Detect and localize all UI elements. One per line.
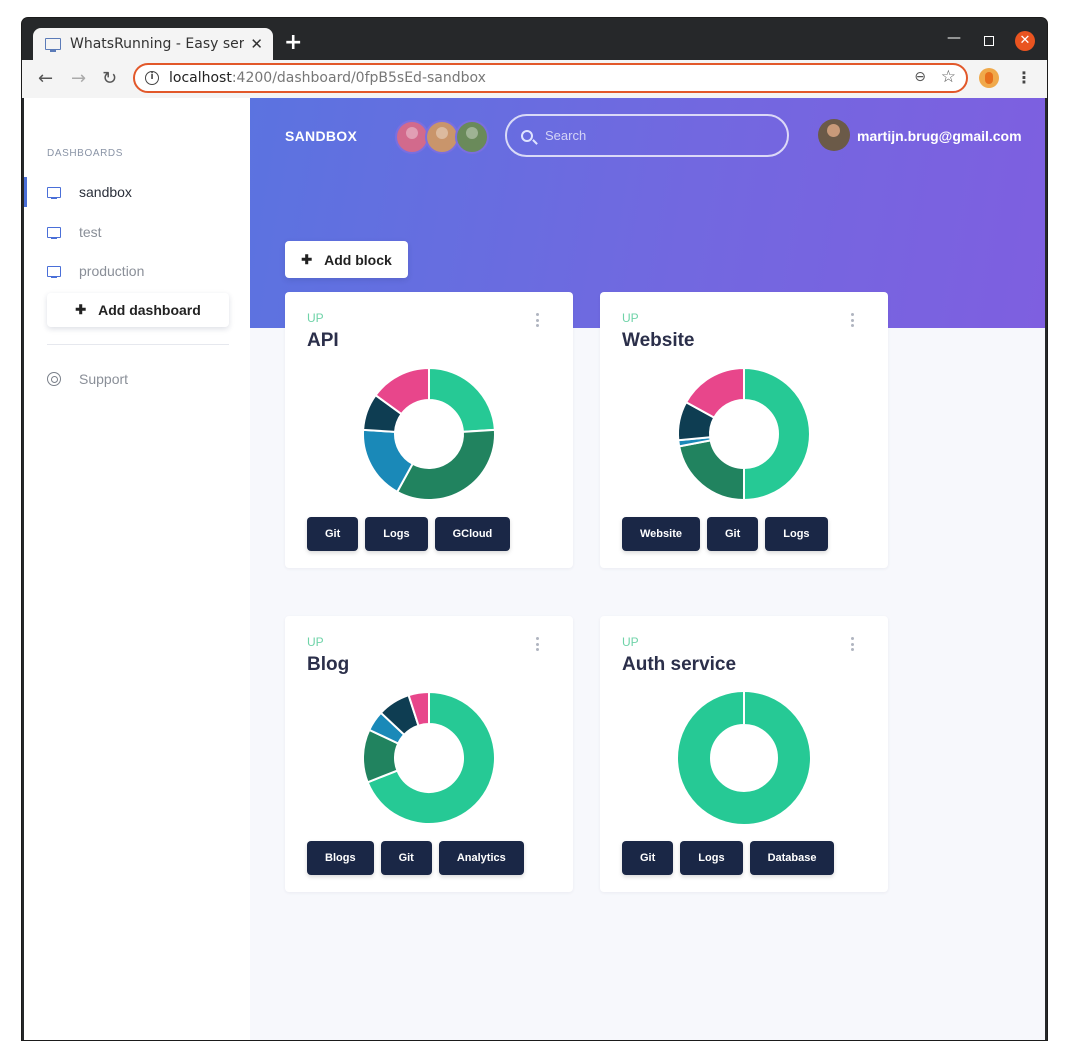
add-block-button[interactable]: ✚ Add block	[285, 241, 408, 278]
monitor-icon	[45, 38, 61, 52]
sidebar-item-label: Support	[79, 371, 129, 387]
status-badge: UP	[307, 635, 324, 649]
sidebar: DASHBOARDS sandbox test production ✚ Add…	[24, 98, 250, 1040]
user-avatar[interactable]	[818, 119, 850, 151]
sidebar-item-production[interactable]: production	[24, 256, 250, 286]
star-icon[interactable]: ☆	[941, 67, 956, 87]
donut-segment[interactable]	[428, 366, 496, 433]
tab-title: WhatsRunning - Easy serv	[70, 36, 245, 52]
card-title: Website	[622, 330, 695, 351]
card-title: Blog	[307, 654, 350, 675]
card-link-button[interactable]: Database	[749, 841, 835, 875]
card-link-button[interactable]: Git	[706, 517, 759, 551]
card-menu-icon[interactable]	[531, 313, 543, 327]
support-icon	[47, 372, 61, 386]
maximize-button[interactable]	[984, 36, 994, 46]
monitor-icon	[47, 186, 61, 199]
donut-segment[interactable]	[743, 366, 811, 502]
search-icon	[521, 129, 533, 142]
url-host: localhost	[169, 70, 232, 86]
card-title: API	[307, 330, 339, 351]
sidebar-item-support[interactable]: Support	[24, 364, 250, 394]
window-close-button[interactable]: ✕	[1015, 31, 1035, 51]
user-email[interactable]: martijn.brug@gmail.com	[857, 128, 1022, 144]
page-title: SANDBOX	[285, 128, 358, 144]
page-content: DASHBOARDS sandbox test production ✚ Add…	[24, 98, 1045, 1040]
new-tab-button[interactable]: +	[284, 30, 302, 55]
sidebar-item-label: sandbox	[79, 184, 132, 200]
search-input[interactable]	[545, 128, 765, 143]
add-dashboard-button[interactable]: ✚ Add dashboard	[47, 293, 229, 327]
card-buttons: Website Git Logs	[622, 517, 828, 551]
info-icon[interactable]: i	[145, 71, 159, 85]
member-avatars	[395, 120, 489, 154]
search-box[interactable]	[505, 114, 789, 157]
card-link-button[interactable]: Analytics	[438, 841, 524, 875]
plus-icon: ✚	[301, 251, 313, 267]
avatar[interactable]	[455, 120, 489, 154]
card-link-button[interactable]: Logs	[680, 841, 743, 875]
monitor-icon	[47, 226, 61, 239]
browser-tab[interactable]: WhatsRunning - Easy serv ✕	[33, 28, 273, 60]
card-buttons: Git Logs Database	[622, 841, 835, 875]
address-bar[interactable]: i localhost:4200/dashboard/0fpB5sEd-sand…	[133, 63, 968, 93]
sidebar-item-sandbox[interactable]: sandbox	[24, 177, 250, 207]
card-link-button[interactable]: GCloud	[434, 517, 511, 551]
avatar[interactable]	[395, 120, 429, 154]
browser-window: WhatsRunning - Easy serv ✕ + — ✕ ← → ↻ i…	[22, 18, 1047, 1040]
tab-strip: WhatsRunning - Easy serv ✕ + — ✕	[22, 18, 1047, 60]
donut-chart	[362, 366, 496, 501]
card-link-button[interactable]: Git	[380, 841, 432, 875]
service-card: UP API Git Logs GCloud	[285, 292, 573, 568]
add-block-label: Add block	[324, 251, 392, 268]
sidebar-divider	[47, 344, 229, 345]
card-buttons: Blogs Git Analytics	[307, 841, 524, 875]
donut-segment[interactable]	[677, 439, 745, 502]
avatar[interactable]	[425, 120, 459, 154]
card-menu-icon[interactable]	[846, 637, 858, 651]
status-badge: UP	[622, 635, 639, 649]
back-arrow-icon[interactable]: ←	[38, 68, 53, 89]
service-card: UP Website Website Git Logs	[600, 292, 888, 568]
zoom-icon[interactable]: ⊖	[914, 69, 926, 85]
monitor-icon	[47, 265, 61, 278]
url-path: :4200/dashboard/0fpB5sEd-sandbox	[231, 70, 486, 86]
card-buttons: Git Logs GCloud	[307, 517, 511, 551]
status-badge: UP	[307, 311, 324, 325]
card-link-button[interactable]: Blogs	[307, 841, 374, 875]
sidebar-item-test[interactable]: test	[24, 217, 250, 247]
reload-icon[interactable]: ↻	[102, 68, 117, 89]
donut-chart	[678, 692, 810, 824]
donut-chart	[677, 366, 811, 502]
service-card: UP Auth service Git Logs Database	[600, 616, 888, 892]
card-link-button[interactable]: Git	[622, 841, 674, 875]
service-card: UP Blog Blogs Git Analytics	[285, 616, 573, 892]
card-link-button[interactable]: Logs	[765, 517, 828, 551]
status-badge: UP	[622, 311, 639, 325]
card-menu-icon[interactable]	[531, 637, 543, 651]
forward-arrow-icon[interactable]: →	[71, 68, 86, 89]
sidebar-item-label: test	[79, 224, 102, 240]
plus-icon: ✚	[75, 302, 87, 317]
card-link-button[interactable]: Website	[622, 517, 700, 551]
minimize-button[interactable]: —	[947, 30, 961, 46]
extension-icon[interactable]	[979, 68, 999, 88]
card-title: Auth service	[622, 654, 737, 675]
donut-chart	[362, 690, 496, 825]
browser-toolbar: ← → ↻ i localhost:4200/dashboard/0fpB5sE…	[22, 60, 1047, 98]
sidebar-heading: DASHBOARDS	[47, 148, 124, 159]
sidebar-item-label: production	[79, 263, 145, 279]
kebab-menu-icon[interactable]: ⋮	[1016, 68, 1032, 87]
close-icon[interactable]: ✕	[250, 35, 263, 53]
card-menu-icon[interactable]	[846, 313, 858, 327]
card-link-button[interactable]: Git	[307, 517, 359, 551]
add-dashboard-label: Add dashboard	[98, 302, 201, 318]
card-link-button[interactable]: Logs	[365, 517, 428, 551]
